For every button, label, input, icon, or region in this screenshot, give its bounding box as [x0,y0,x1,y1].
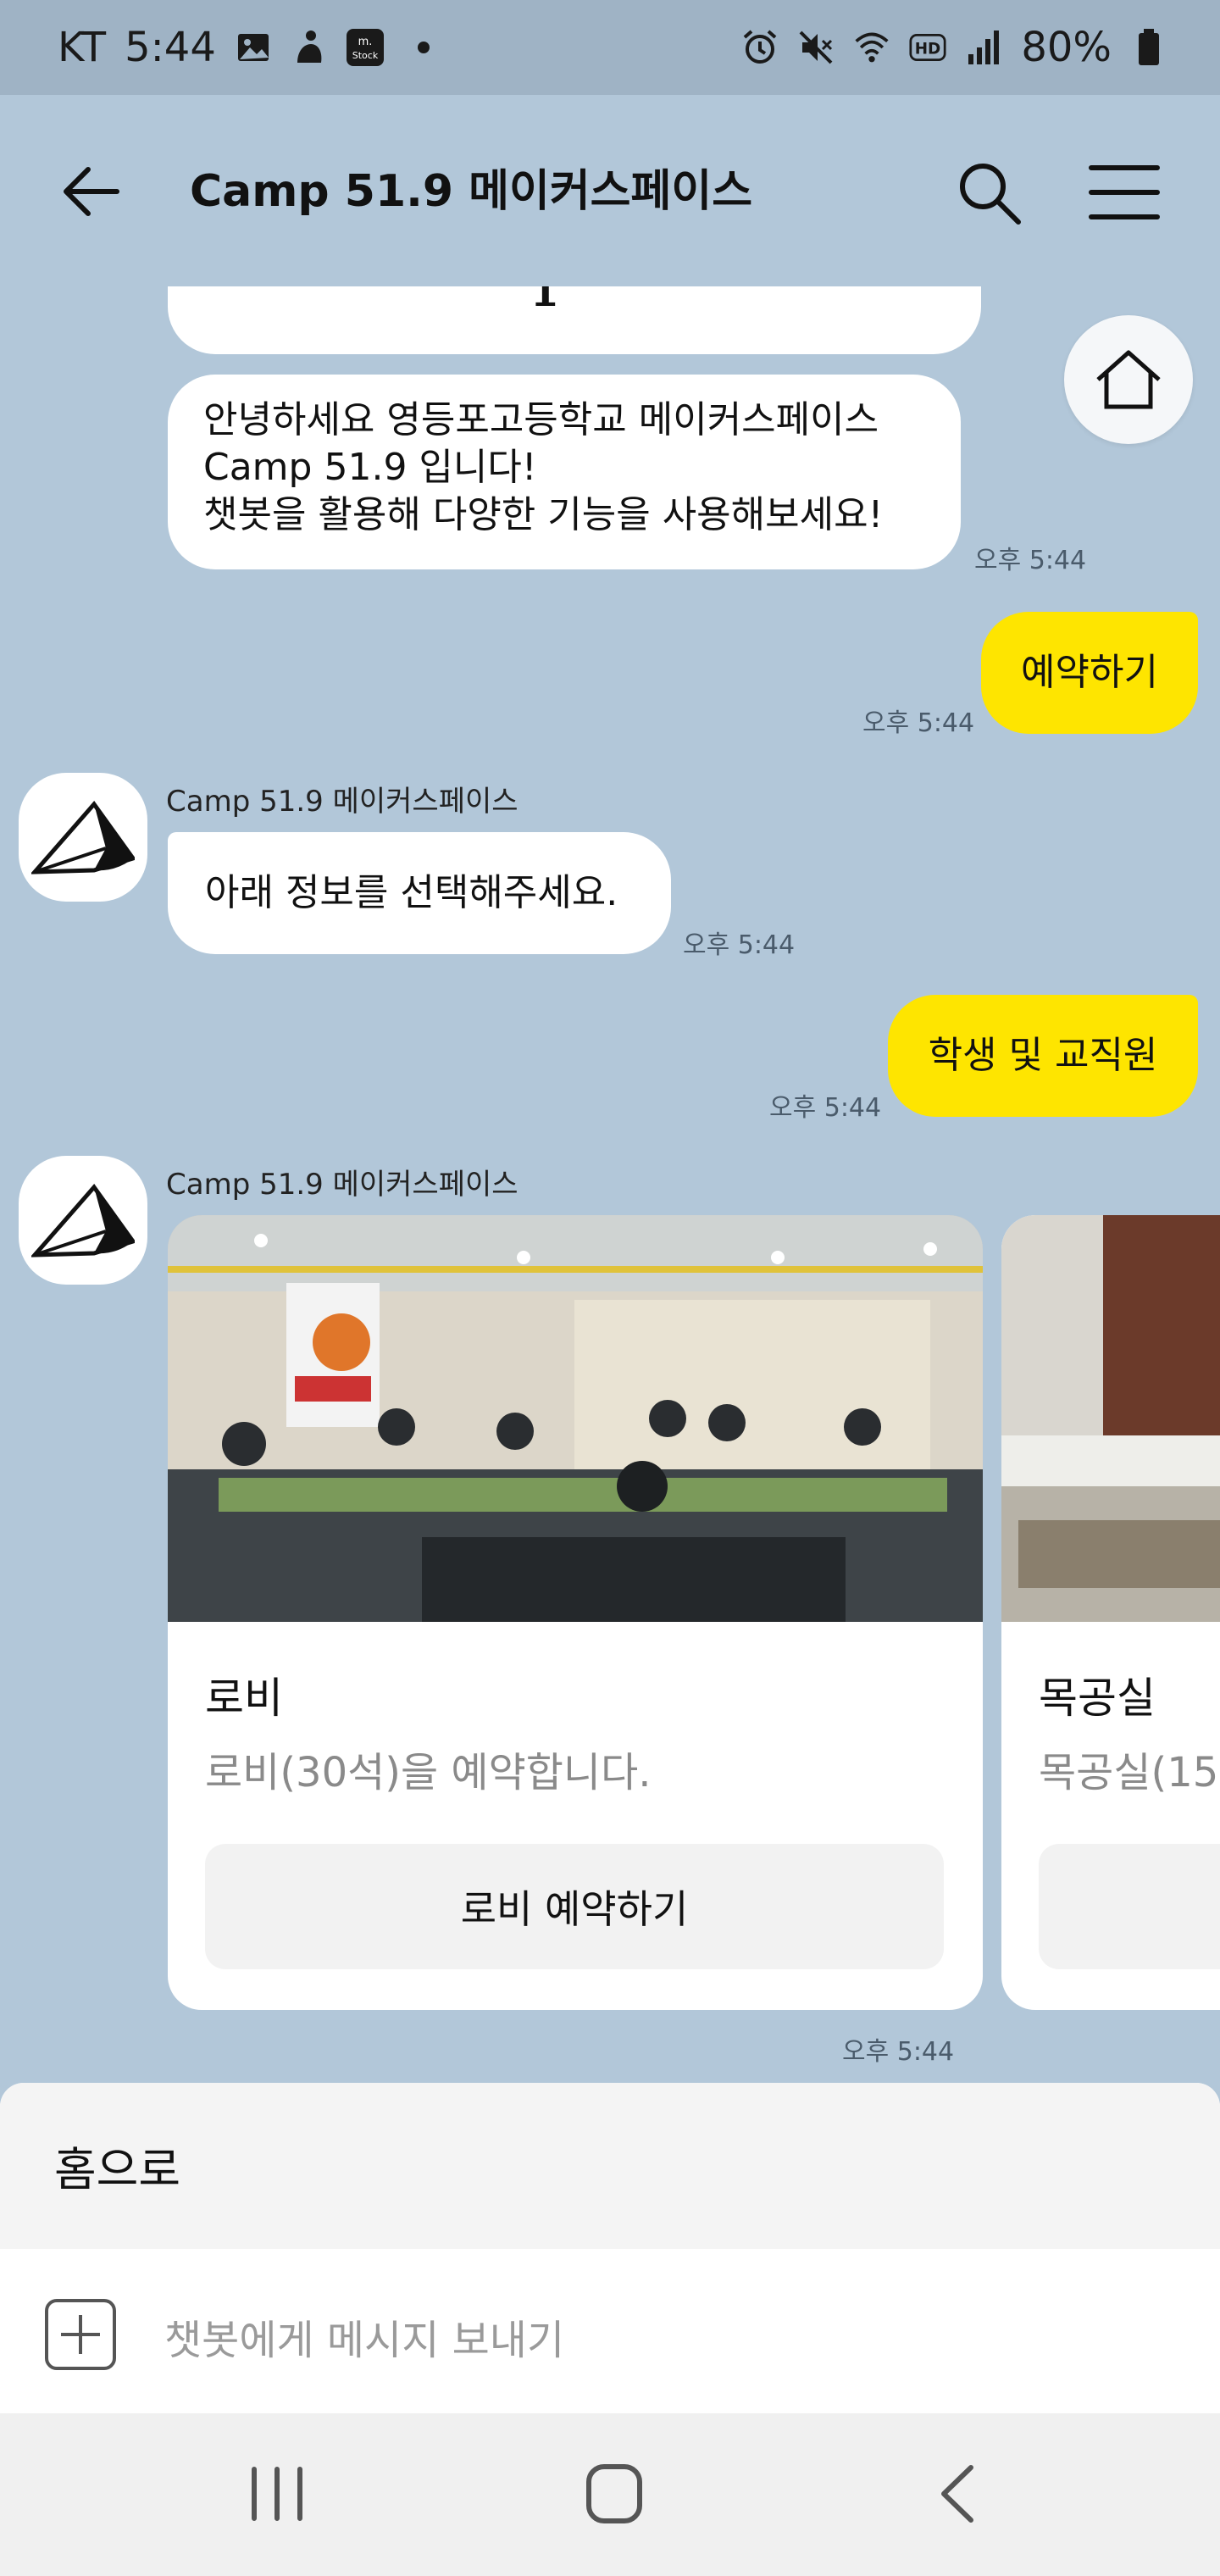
search-button[interactable] [956,159,1023,227]
home-float-button[interactable] [1064,315,1193,444]
alarm-icon [741,29,779,66]
lobby-photo [168,1215,983,1622]
plus-icon [45,2299,116,2370]
image-icon [235,29,272,66]
back-button[interactable] [61,161,122,222]
message-time: 오후 5:44 [683,930,796,960]
welcome-line-2: Camp 51.9 입니다! [203,446,537,489]
battery-icon [1130,29,1167,66]
status-bar-right: HD 80% [741,24,1167,71]
message-time: 오후 5:44 [862,708,975,738]
bot-logo-icon [31,800,135,874]
carousel-card[interactable]: 목공실 목공실(15 [1001,1215,1220,2010]
menu-button[interactable] [1088,163,1161,222]
welcome-line-3: 챗봇을 활용해 다양한 기능을 사용해보세요! [203,493,884,536]
hd-icon: HD [909,29,946,66]
chat-title: Camp 51.9 메이커스페이스 [190,166,753,217]
bottom-panel: 홈으로 챗봇에게 메시지 보내기 [0,2083,1220,2413]
mstock-icon: m. Stock [346,29,384,66]
mute-icon [797,29,835,66]
battery-percent: 80% [1021,24,1112,71]
chat-area[interactable]: I 안녕하세요 영등포고등학교 메이커스페이스 Camp 51.9 입니다! 챗… [0,286,1220,2083]
previous-message-bubble: I [168,286,981,354]
system-nav-bar [0,2413,1220,2576]
card-title: 로비 [205,1674,283,1723]
reserve-lobby-button[interactable]: 로비 예약하기 [205,1844,944,1969]
bot-sender-name: Camp 51.9 메이커스페이스 [166,1168,518,1202]
notification-dot [417,42,430,53]
recent-apps-icon [252,2467,302,2521]
bot-message-text: 아래 정보를 선택해주세요. [205,871,618,914]
chat-header: Camp 51.9 메이커스페이스 [0,95,1220,286]
bot-sender-name: Camp 51.9 메이커스페이스 [166,785,518,819]
user-message-text: 예약하기 [1021,651,1158,694]
message-input-row: 챗봇에게 메시지 보내기 [0,2249,1220,2413]
quick-reply-bar: 홈으로 [0,2083,1220,2249]
svg-text:m.: m. [358,36,372,48]
quick-reply-home[interactable]: 홈으로 [54,2132,180,2199]
status-bar: KT 5:44 m. Stock HD 80% [0,0,1220,95]
message-time: 오후 5:44 [974,546,1087,575]
user-message-bubble: 예약하기 [981,612,1198,734]
attach-button[interactable] [44,2298,117,2371]
svg-text:HD: HD [915,40,941,58]
back-chevron-icon [941,2465,973,2523]
back-arrow-icon [64,167,119,216]
home-nav-button[interactable] [585,2462,644,2525]
status-bar-left: KT 5:44 m. Stock [58,24,430,71]
back-nav-button[interactable] [932,2462,983,2525]
card-description: 목공실(15 [1039,1749,1219,1796]
carousel-card[interactable]: 로비 로비(30석)을 예약합니다. 로비 예약하기 [168,1215,983,2010]
signal-icon [965,29,1002,66]
message-time: 오후 5:44 [769,1093,882,1123]
message-input[interactable]: 챗봇에게 메시지 보내기 [164,2307,564,2366]
user-message-text: 학생 및 교직원 [928,1034,1158,1077]
message-time: 오후 5:44 [842,2037,955,2067]
bot-avatar[interactable] [19,773,147,902]
bot-avatar[interactable] [19,1156,147,1285]
previous-message-fragment: I [532,286,559,317]
card-description: 로비(30석)을 예약합니다. [205,1749,652,1796]
bot-logo-icon [31,1183,135,1257]
status-time: 5:44 [125,24,216,71]
svg-text:Stock: Stock [352,50,379,61]
reserve-woodshop-button[interactable] [1039,1844,1220,1969]
home-icon [1096,350,1161,409]
home-square-icon [586,2464,642,2523]
search-icon [960,164,1021,225]
carrier-label: KT [58,24,107,71]
welcome-line-1: 안녕하세요 영등포고등학교 메이커스페이스 [203,398,879,441]
app-icon [291,29,328,66]
woodshop-photo [1001,1215,1220,1622]
hamburger-menu-icon [1089,165,1160,219]
user-message-bubble: 학생 및 교직원 [888,995,1198,1117]
recent-apps-button[interactable] [247,2464,307,2523]
welcome-message-bubble: 안녕하세요 영등포고등학교 메이커스페이스 Camp 51.9 입니다! 챗봇을… [168,375,961,569]
card-title: 목공실 [1039,1674,1156,1723]
bot-message-bubble: 아래 정보를 선택해주세요. [168,832,671,954]
wifi-icon [853,29,890,66]
